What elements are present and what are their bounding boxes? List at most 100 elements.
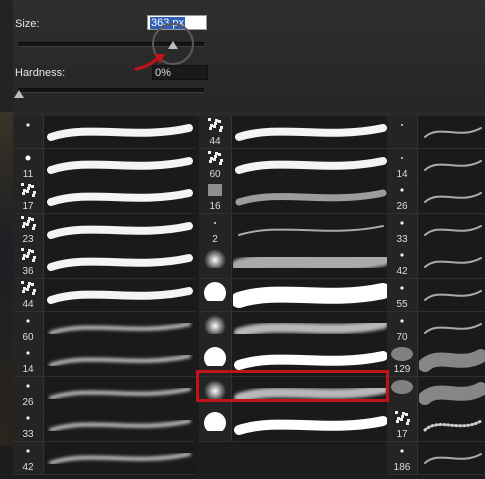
brush-tip-thumbnail bbox=[199, 246, 232, 279]
brush-tip-thumbnail: 60 bbox=[13, 311, 44, 344]
brush-preset-item[interactable] bbox=[13, 116, 195, 149]
brush-stroke-preview bbox=[231, 279, 391, 311]
brush-preset-item[interactable]: 2 bbox=[199, 213, 389, 247]
stroke-preview-shape bbox=[49, 321, 191, 335]
brush-preset-item[interactable]: 44 bbox=[13, 279, 195, 312]
brush-preset-item[interactable]: 26 bbox=[387, 181, 485, 214]
brush-stroke-preview bbox=[418, 376, 485, 409]
brush-tip-thumbnail: 44 bbox=[199, 116, 232, 148]
brush-tip-thumbnail: 14 bbox=[387, 148, 418, 181]
hard-round-brush-icon bbox=[204, 412, 226, 432]
brush-stroke-preview bbox=[419, 311, 485, 344]
brush-tip-thumbnail: 2 bbox=[199, 213, 232, 246]
hardness-slider-thumb[interactable] bbox=[14, 90, 24, 98]
hard-round-brush-icon bbox=[204, 347, 226, 367]
brush-size-label: 14 bbox=[396, 168, 408, 180]
dot-small-brush-icon bbox=[26, 384, 30, 388]
brush-preset-item[interactable]: 17 bbox=[13, 181, 195, 214]
brush-preset-item[interactable]: 36 bbox=[13, 246, 195, 279]
hardness-field[interactable]: 0% bbox=[152, 65, 208, 80]
brush-stroke-preview bbox=[419, 213, 485, 246]
splatter-brush-icon bbox=[395, 411, 410, 426]
brush-stroke-preview bbox=[418, 344, 485, 377]
brush-size-label: 44 bbox=[209, 136, 221, 147]
stroke-preview-shape bbox=[235, 124, 387, 141]
brush-tip-thumbnail: 60 bbox=[199, 148, 232, 181]
brush-size-label: 33 bbox=[396, 233, 408, 245]
brush-stroke-preview bbox=[45, 279, 195, 311]
stroke-preview-shape bbox=[231, 250, 391, 276]
brush-tip-thumbnail bbox=[199, 311, 232, 344]
brush-tip-thumbnail bbox=[387, 376, 418, 409]
brush-tip-thumbnail: 33 bbox=[13, 409, 44, 442]
hardness-slider-track[interactable] bbox=[18, 88, 204, 93]
stroke-preview-shape bbox=[235, 189, 387, 206]
brush-size-label: 129 bbox=[393, 364, 411, 376]
brush-tip-thumbnail bbox=[199, 279, 232, 311]
dot-small-brush-icon bbox=[400, 188, 404, 192]
brush-stroke-preview bbox=[419, 181, 485, 214]
splatter-brush-icon bbox=[208, 118, 223, 132]
brush-preset-item[interactable]: 70 bbox=[387, 311, 485, 345]
brush-preset-item[interactable]: 186 bbox=[387, 442, 485, 475]
brush-stroke-preview bbox=[45, 148, 195, 181]
brush-preset-item[interactable]: 14 bbox=[387, 148, 485, 182]
stroke-preview-shape bbox=[47, 189, 193, 207]
brush-size-label: 14 bbox=[22, 364, 34, 376]
brush-preset-item[interactable] bbox=[387, 376, 485, 410]
brush-preset-item[interactable] bbox=[199, 311, 389, 345]
brush-tip-thumbnail: 16 bbox=[199, 181, 232, 214]
stroke-preview-shape bbox=[424, 159, 482, 171]
brush-stroke-preview bbox=[45, 409, 195, 442]
brush-preset-item[interactable] bbox=[387, 116, 485, 149]
brush-size-label: 42 bbox=[396, 266, 408, 278]
brush-tip-thumbnail: 33 bbox=[387, 213, 418, 246]
brush-preset-item[interactable]: 55 bbox=[387, 279, 485, 312]
dot-small-brush-icon bbox=[400, 286, 404, 290]
brush-preset-item[interactable]: 26 bbox=[13, 376, 195, 410]
stroke-preview-shape bbox=[423, 419, 483, 432]
stroke-preview-shape bbox=[424, 127, 482, 138]
brush-tip-thumbnail: 14 bbox=[13, 344, 44, 377]
brush-preset-item[interactable] bbox=[199, 246, 391, 279]
brush-preset-item[interactable]: 14 bbox=[13, 344, 195, 377]
brush-size-label: 36 bbox=[22, 266, 34, 278]
brush-preset-item[interactable]: 23 bbox=[13, 213, 195, 247]
brush-tip-thumbnail: 17 bbox=[13, 181, 44, 214]
brush-size-label: 23 bbox=[22, 233, 34, 245]
dot-small-brush-icon bbox=[400, 221, 404, 225]
brush-preset-item[interactable]: 33 bbox=[387, 213, 485, 247]
brush-preset-item[interactable]: 60 bbox=[199, 148, 389, 182]
dot-small-brush-icon bbox=[400, 449, 404, 453]
brush-preset-item[interactable]: 42 bbox=[387, 246, 485, 279]
brush-tip-thumbnail: 17 bbox=[387, 409, 418, 442]
brush-preset-item[interactable]: 17 bbox=[387, 409, 485, 442]
brush-stroke-preview bbox=[45, 376, 195, 409]
brush-stroke-preview bbox=[231, 246, 391, 279]
brush-preset-item[interactable]: 16 bbox=[199, 181, 389, 214]
size-slider-thumb[interactable] bbox=[168, 41, 178, 49]
dot-small-brush-icon bbox=[400, 253, 404, 257]
brush-preset-item[interactable]: 44 bbox=[199, 116, 389, 149]
brush-preset-item[interactable]: 11 bbox=[13, 148, 195, 182]
brush-preset-item[interactable]: 60 bbox=[13, 311, 195, 345]
brush-tip-thumbnail bbox=[387, 116, 418, 148]
brush-size-label: 42 bbox=[22, 462, 34, 473]
brush-size-label: 2 bbox=[212, 233, 218, 245]
brush-preset-item[interactable]: 42 bbox=[13, 442, 195, 475]
brush-size-label: 17 bbox=[396, 429, 408, 441]
dot-small-brush-icon bbox=[400, 318, 404, 323]
brush-preset-item[interactable] bbox=[199, 279, 391, 312]
brush-preset-item[interactable]: 33 bbox=[13, 409, 195, 442]
brush-tip-thumbnail: 55 bbox=[387, 279, 418, 311]
brush-tip-thumbnail: 42 bbox=[13, 442, 44, 474]
brush-size-label: 26 bbox=[22, 396, 34, 408]
splatter-brush-icon bbox=[21, 183, 36, 198]
brush-preset-item[interactable]: 129 bbox=[387, 344, 485, 377]
brush-size-label: 16 bbox=[209, 201, 221, 213]
stroke-preview-shape bbox=[235, 156, 387, 174]
cloud-brush-icon bbox=[391, 379, 413, 394]
stroke-preview-shape bbox=[424, 192, 482, 204]
brush-preset-item[interactable] bbox=[199, 409, 389, 442]
brush-stroke-preview bbox=[233, 409, 389, 442]
